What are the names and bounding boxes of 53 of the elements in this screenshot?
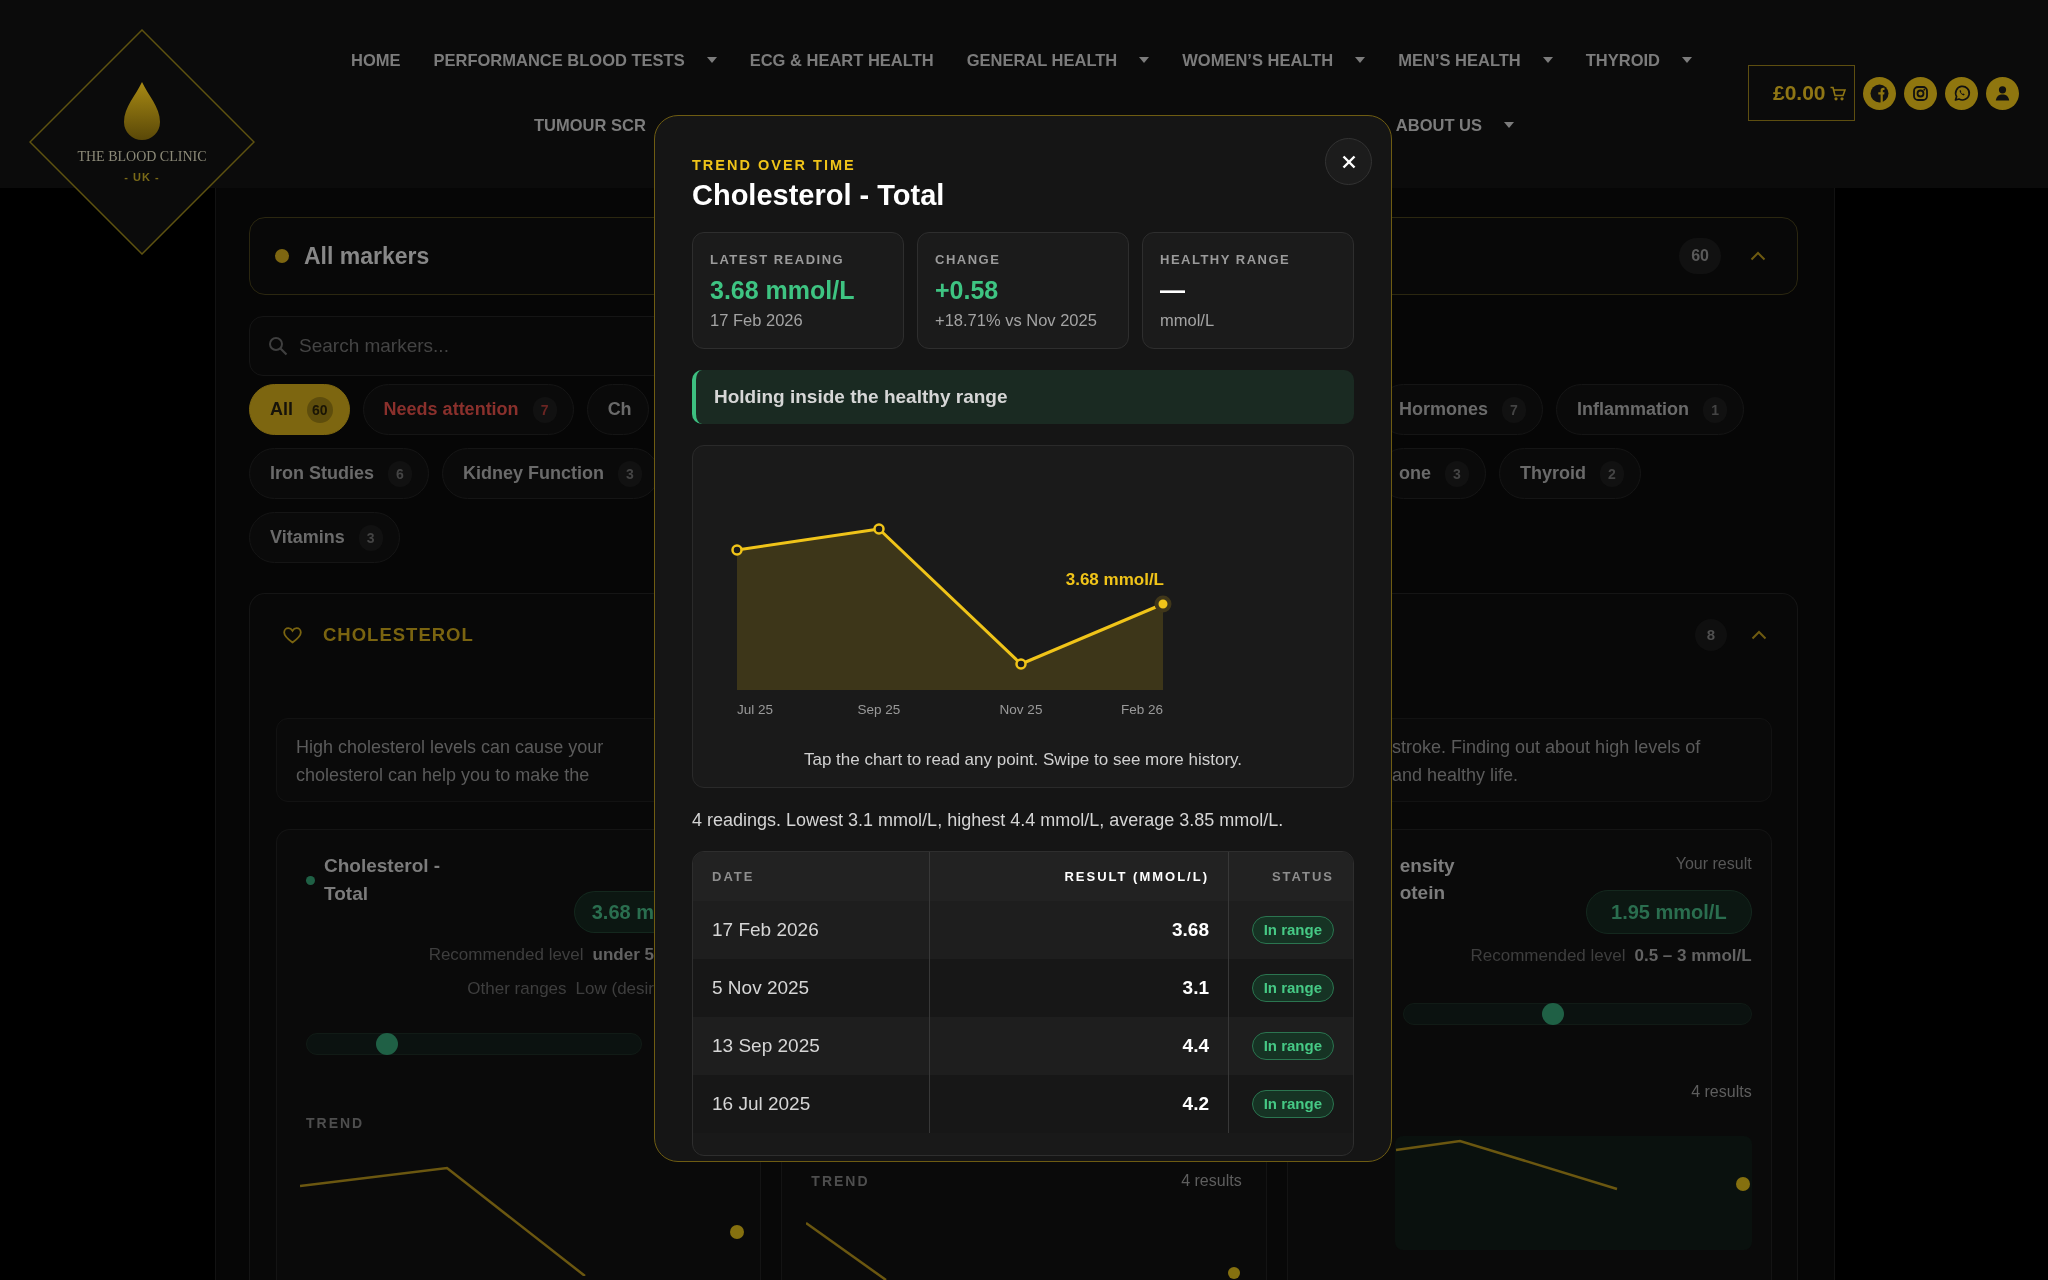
summary-text: 4 readings. Lowest 3.1 mmol/L, highest 4.4 mmol/L, average 3.85 mmol/L. (692, 809, 1284, 832)
logo-tagline: - UK - (124, 171, 160, 184)
status-badge: In range (1251, 916, 1334, 944)
results-count: 4 results (1691, 1083, 1752, 1101)
marker-title: Cholesterol - Total (324, 854, 442, 906)
description-text: stroke. Finding out about high levels of (1392, 736, 1701, 759)
modal-title: Cholesterol - Total (692, 178, 945, 212)
table-cell: 16 Jul 2025 (712, 1093, 811, 1115)
range-value: 0.5 – 3 mmol/L (1634, 945, 1752, 967)
stat-label: HEALTHY RANGE (1160, 252, 1291, 268)
markers-title: All markers (304, 242, 430, 270)
chart-caption: Tap the chart to read any point. Swipe to see more history. (803, 749, 1243, 771)
table-cell: 17 Feb 2026 (712, 919, 819, 941)
description-text: and healthy life. (1392, 764, 1519, 787)
axis-label: Feb 26 (1120, 702, 1163, 717)
range-value: under 5 (592, 944, 654, 966)
stat-value: — (1160, 275, 1185, 305)
results-count: 4 results (1181, 1172, 1242, 1190)
chip-count: 7 (532, 396, 557, 423)
status-badge: In range (1251, 1090, 1334, 1118)
section-title: CHOLESTEROL (323, 624, 474, 646)
stat-label: LATEST READING (710, 252, 845, 268)
table-cell: 5 Nov 2025 (712, 977, 810, 999)
status-message: Holding inside the healthy range (692, 370, 1354, 424)
marker-title: ensity (1399, 854, 1455, 878)
chip-count: 60 (307, 396, 333, 423)
table-cell: 4.4 (1182, 1035, 1209, 1057)
axis-label: Nov 25 (999, 702, 1043, 717)
description-text: cholesterol can help you to make the (296, 764, 590, 787)
logo-text: THE BLOOD CLINIC (77, 148, 207, 165)
status-badge: In range (1251, 1032, 1334, 1060)
marker-title: otein (1399, 881, 1446, 905)
value-label: 3.68 mmol/L (1065, 570, 1164, 589)
axis-label: Jul 25 (737, 702, 774, 717)
stat-value: +0.58 (935, 275, 999, 305)
table-cell: 3.1 (1182, 977, 1209, 999)
stat-value: 3.68 mmol/L (710, 275, 855, 305)
trend-label: TREND (811, 1172, 870, 1190)
table-cell: 3.68 (1172, 919, 1209, 941)
axis-label: Sep 25 (857, 702, 901, 717)
description-text: High cholesterol levels can cause your (296, 736, 604, 759)
status-badge: In range (1251, 974, 1334, 1002)
count-badge: 8 (1695, 619, 1727, 651)
modal-eyebrow: TREND OVER TIME (692, 156, 856, 174)
result-badge: 3.68 m (573, 891, 654, 933)
stat-note: mmol/L (1160, 310, 1215, 330)
count-badge: 60 (1679, 238, 1721, 274)
stat-label: CHANGE (935, 252, 1001, 268)
table-cell: 4.2 (1182, 1093, 1209, 1115)
result-label: Your result (1675, 854, 1752, 874)
result-badge: 1.95 mmol/L (1586, 890, 1752, 934)
table-cell: 13 Sep 2025 (712, 1035, 820, 1057)
trend-label: TREND (306, 1114, 365, 1132)
